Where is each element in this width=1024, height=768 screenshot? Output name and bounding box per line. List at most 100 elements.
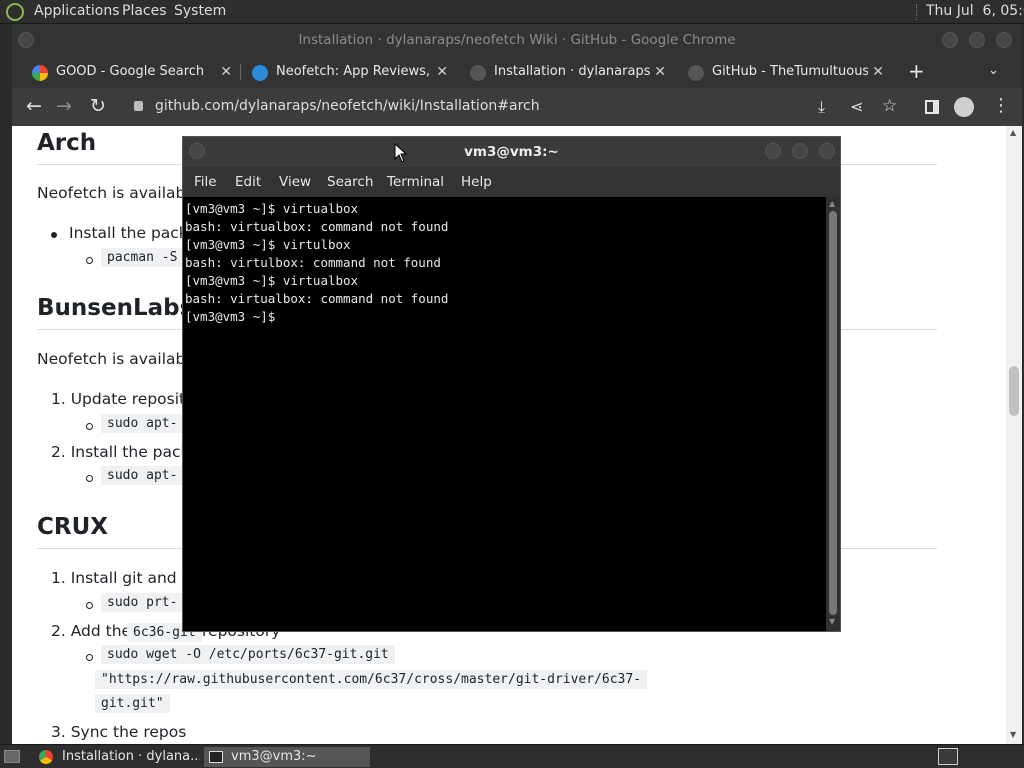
menu-search[interactable]: Search bbox=[327, 174, 373, 190]
sub-bullet bbox=[86, 654, 93, 661]
top-panel: Applications Places System Thu Jul 6, 05… bbox=[0, 0, 1024, 24]
code-line: "https://raw.githubusercontent.com/6c37/… bbox=[95, 670, 648, 689]
window-menu-button[interactable] bbox=[189, 143, 205, 159]
crux-step-3: 3. Sync the repos bbox=[51, 723, 187, 741]
taskbar-label: vm3@vm3:~ bbox=[231, 749, 317, 764]
terminal-icon bbox=[209, 751, 223, 763]
menu-places[interactable]: Places bbox=[122, 3, 167, 19]
taskbar-label: Installation · dylana... bbox=[62, 749, 200, 764]
crux-step-2: 2. Add the bbox=[51, 622, 132, 640]
terminal-line: bash: virtualbox: command not found bbox=[185, 219, 449, 234]
close-button[interactable] bbox=[996, 32, 1012, 48]
tab-strip: GOOD - Google Search ✕ Neofetch: App Rev… bbox=[12, 56, 1022, 88]
chrome-titlebar[interactable]: Installation · dylanaraps/neofetch Wiki … bbox=[12, 24, 1022, 56]
terminal-line: [vm3@vm3 ~]$ virtulbox bbox=[185, 237, 351, 252]
bunsen-text: Neofetch is available bbox=[37, 350, 200, 368]
terminal-window: vm3@vm3:~ File Edit View Search Terminal… bbox=[182, 136, 841, 632]
back-arrow-icon[interactable]: ← bbox=[26, 95, 42, 117]
code-snippet: sudo prt- bbox=[101, 593, 184, 612]
tab-close-icon[interactable]: ✕ bbox=[868, 56, 884, 88]
scrollbar-thumb[interactable] bbox=[829, 211, 837, 615]
menu-help[interactable]: Help bbox=[461, 174, 492, 190]
terminal-output[interactable]: [vm3@vm3 ~]$ virtualbox bash: virtualbox… bbox=[183, 197, 826, 631]
sidebar-icon[interactable] bbox=[925, 100, 939, 114]
terminal-line: [vm3@vm3 ~]$ virtualbox bbox=[185, 273, 359, 288]
scroll-down-icon[interactable]: ▼ bbox=[829, 617, 835, 626]
tab-label: GOOD - Google Search bbox=[56, 64, 205, 79]
window-title: Installation · dylanaraps/neofetch Wiki … bbox=[298, 32, 736, 48]
menu-edit[interactable]: Edit bbox=[235, 174, 261, 190]
reload-icon[interactable]: ↻ bbox=[90, 95, 106, 117]
terminal-titlebar[interactable]: vm3@vm3:~ bbox=[183, 137, 840, 167]
panel-separator bbox=[916, 4, 918, 20]
heading-crux: CRUX bbox=[37, 514, 108, 540]
globe-icon bbox=[252, 65, 268, 81]
code-snippet: pacman -S bbox=[101, 248, 184, 267]
minimize-button[interactable] bbox=[942, 32, 958, 48]
new-tab-icon[interactable]: + bbox=[908, 59, 925, 83]
distro-logo-icon[interactable] bbox=[6, 3, 24, 21]
sub-bullet bbox=[86, 602, 93, 609]
window-menu-button[interactable] bbox=[18, 32, 34, 48]
terminal-line: bash: virtulbox: command not found bbox=[185, 255, 441, 270]
url-field[interactable]: github.com/dylanaraps/neofetch/wiki/Inst… bbox=[155, 98, 540, 114]
tab-neofetch-reviews[interactable]: Neofetch: App Reviews, Fe ✕ bbox=[252, 56, 448, 88]
bookmark-star-icon[interactable]: ☆ bbox=[882, 96, 897, 116]
tab-divider bbox=[240, 64, 241, 80]
menu-view[interactable]: View bbox=[279, 174, 311, 190]
google-icon bbox=[32, 65, 48, 81]
menu-applications[interactable]: Applications bbox=[34, 3, 120, 19]
close-button[interactable] bbox=[819, 143, 835, 159]
workspace-switcher[interactable] bbox=[938, 748, 958, 765]
chrome-icon bbox=[39, 750, 53, 764]
tab-close-icon[interactable]: ✕ bbox=[650, 56, 666, 88]
maximize-button[interactable] bbox=[792, 143, 808, 159]
scroll-up-icon[interactable]: ▲ bbox=[1010, 128, 1016, 137]
taskbar: Installation · dylana... vm3@vm3:~ bbox=[0, 744, 1024, 768]
tab-search-chevron-down-icon[interactable]: ⌄ bbox=[988, 63, 999, 78]
share-icon[interactable]: ⋖ bbox=[850, 97, 863, 116]
profile-avatar-icon[interactable] bbox=[954, 97, 974, 117]
more-menu-icon[interactable]: ⋮ bbox=[992, 95, 1010, 116]
code-line: sudo wget -O /etc/ports/6c37-git.git bbox=[101, 645, 395, 664]
tab-installation[interactable]: Installation · dylanaraps/ne ✕ bbox=[470, 56, 666, 88]
sub-bullet bbox=[86, 423, 93, 430]
scroll-down-icon[interactable]: ▼ bbox=[1010, 730, 1016, 739]
tab-github-user[interactable]: GitHub - TheTumultuousU ✕ bbox=[688, 56, 884, 88]
github-icon bbox=[688, 65, 704, 81]
terminal-menubar: File Edit View Search Terminal Help bbox=[183, 167, 840, 197]
crux-step-1: 1. Install git and th bbox=[51, 569, 198, 587]
terminal-title: vm3@vm3:~ bbox=[464, 144, 559, 160]
bunsen-step-1: 1. Update reposito bbox=[51, 390, 195, 408]
code-snippet: sudo apt- bbox=[101, 466, 184, 485]
terminal-scrollbar[interactable]: ▲ ▼ bbox=[826, 197, 840, 631]
menu-file[interactable]: File bbox=[194, 174, 217, 190]
terminal-prompt: [vm3@vm3 ~]$ bbox=[185, 309, 283, 324]
forward-arrow-icon[interactable]: → bbox=[56, 95, 72, 117]
minimize-button[interactable] bbox=[765, 143, 781, 159]
bunsen-step-2: 2. Install the packa bbox=[51, 443, 199, 461]
bullet bbox=[51, 232, 57, 238]
clock[interactable]: Thu Jul 6, 05:01 bbox=[926, 3, 1024, 19]
heading-bunsenlabs: BunsenLabs bbox=[37, 295, 194, 321]
terminal-line: [vm3@vm3 ~]$ virtualbox bbox=[185, 201, 359, 216]
lock-icon[interactable] bbox=[134, 101, 143, 111]
maximize-button[interactable] bbox=[969, 32, 985, 48]
show-desktop-icon[interactable] bbox=[4, 750, 20, 763]
scroll-up-icon[interactable]: ▲ bbox=[829, 199, 835, 208]
scrollbar-thumb[interactable] bbox=[1009, 366, 1019, 416]
github-icon bbox=[470, 65, 486, 81]
tab-close-icon[interactable]: ✕ bbox=[220, 56, 232, 88]
install-app-icon[interactable]: ⤓ bbox=[818, 97, 825, 117]
menu-terminal[interactable]: Terminal bbox=[387, 174, 444, 190]
page-scrollbar[interactable]: ▲ ▼ bbox=[1006, 126, 1022, 744]
taskbar-item-terminal[interactable]: vm3@vm3:~ bbox=[204, 747, 370, 767]
arch-bullet: Install the packa bbox=[69, 224, 198, 242]
tab-label: GitHub - TheTumultuousU bbox=[712, 64, 879, 79]
taskbar-item-chrome[interactable]: Installation · dylana... bbox=[36, 747, 200, 767]
tab-close-icon[interactable]: ✕ bbox=[432, 56, 448, 88]
tab-google-search[interactable]: GOOD - Google Search ✕ bbox=[32, 56, 232, 88]
menu-system[interactable]: System bbox=[174, 3, 226, 19]
terminal-line: bash: virtualbox: command not found bbox=[185, 291, 449, 306]
mouse-cursor-icon bbox=[394, 143, 408, 163]
